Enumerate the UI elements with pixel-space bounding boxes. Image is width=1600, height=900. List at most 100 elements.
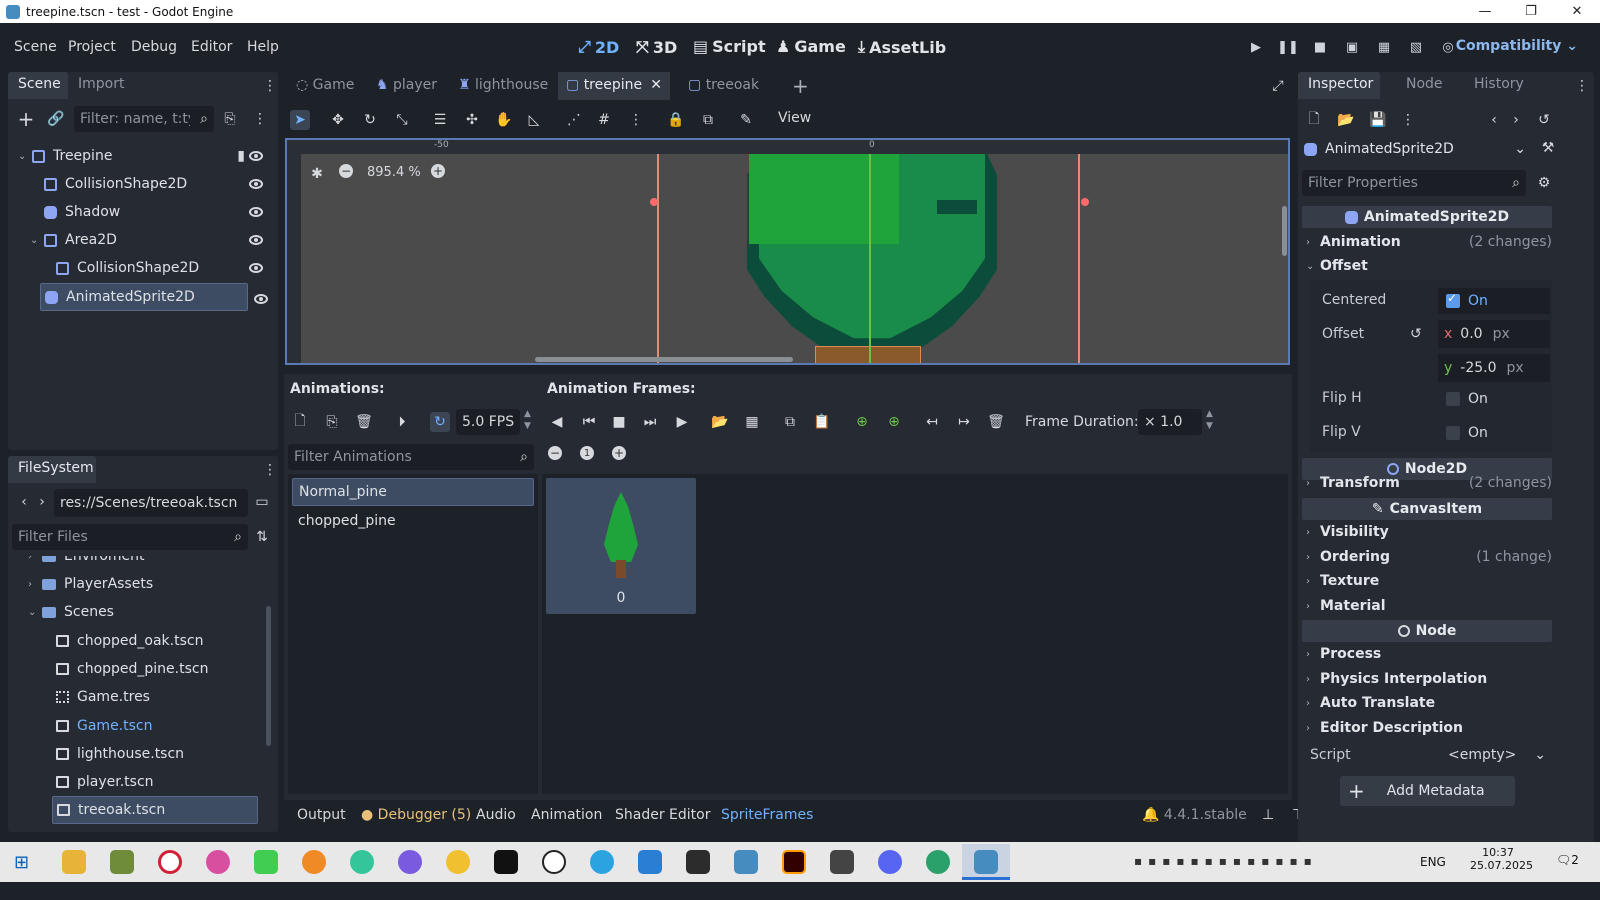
stop-icon[interactable]: ■: [1312, 39, 1328, 55]
stop-animation-icon[interactable]: ■: [609, 412, 629, 432]
discord-icon[interactable]: [878, 850, 902, 874]
frame-duration-stepper[interactable]: ▲ ▼: [1206, 408, 1213, 432]
bone-tool-icon[interactable]: ✎: [736, 110, 756, 130]
play-animation-icon[interactable]: ▶: [672, 412, 692, 432]
app-icon-6[interactable]: [830, 850, 854, 874]
file-item-lighthouse[interactable]: lighthouse.tscn: [56, 740, 184, 768]
opera-icon[interactable]: [158, 850, 182, 874]
next-frame-icon[interactable]: ⏭: [640, 412, 660, 432]
frames-zoom-out-icon[interactable]: −: [548, 446, 562, 460]
illustrator-icon[interactable]: [782, 850, 806, 874]
flip-v-checkbox[interactable]: On: [1438, 420, 1550, 446]
link-icon[interactable]: 🔗: [46, 109, 66, 129]
add-node-icon[interactable]: +: [16, 107, 36, 131]
menu-project[interactable]: Project: [68, 39, 116, 55]
duplicate-animation-icon[interactable]: ⎘: [322, 412, 342, 432]
clock[interactable]: 10:37 25.07.2025: [1470, 846, 1533, 872]
app-icon-3[interactable]: [350, 850, 374, 874]
unity-icon[interactable]: [542, 850, 566, 874]
node-type-selector[interactable]: AnimatedSprite2D ⌄: [1302, 136, 1532, 162]
prop-visibility[interactable]: › Visibility: [1306, 524, 1552, 540]
bottom-tab-spriteframes[interactable]: SpriteFrames: [721, 807, 813, 823]
visibility-eye-icon[interactable]: [249, 151, 263, 161]
fps-stepper[interactable]: ▲ ▼: [524, 408, 531, 432]
instance-scene-icon[interactable]: ⎘: [220, 109, 240, 129]
bottom-tab-audio[interactable]: Audio: [476, 807, 516, 823]
scale-tool-icon[interactable]: ⤡: [392, 110, 412, 130]
filesystem-scrollbar[interactable]: [266, 606, 271, 746]
move-tool-icon[interactable]: ✥: [328, 110, 348, 130]
select-tool-icon[interactable]: ➤: [290, 110, 310, 130]
distraction-free-icon[interactable]: ⤢: [1268, 76, 1288, 96]
prop-editor-description[interactable]: › Editor Description: [1306, 720, 1552, 736]
visibility-eye-icon[interactable]: [249, 207, 263, 217]
paste-frame-icon[interactable]: 📋: [812, 412, 832, 432]
center-view-icon[interactable]: ✱: [307, 164, 327, 184]
tab-game[interactable]: ◌ Game: [296, 77, 354, 93]
snap-options-icon[interactable]: ⋮: [626, 110, 646, 130]
insert-after-icon[interactable]: ⊕: [884, 412, 904, 432]
new-animation-icon[interactable]: 🗋: [290, 412, 310, 432]
tab-filesystem[interactable]: FileSystem: [8, 456, 96, 483]
tab-scene[interactable]: Scene: [8, 72, 68, 99]
prop-auto-translate[interactable]: › Auto Translate: [1306, 695, 1552, 711]
remote-debug-icon[interactable]: ▣: [1344, 39, 1360, 55]
loop-toggle-icon[interactable]: ↻: [430, 412, 450, 432]
file-explorer-icon[interactable]: [62, 850, 86, 874]
animation-item-chopped-pine[interactable]: chopped_pine: [292, 507, 534, 535]
prop-ordering[interactable]: › Ordering (1 change): [1306, 549, 1552, 565]
resource-options-icon[interactable]: ⋮: [1398, 110, 1418, 130]
tab-player[interactable]: ♞ player: [376, 77, 437, 93]
frame-duration-field[interactable]: × 1.0: [1138, 409, 1202, 435]
menu-editor[interactable]: Editor: [191, 39, 232, 55]
vscode-icon[interactable]: [638, 850, 662, 874]
save-resource-icon[interactable]: 💾: [1368, 110, 1388, 130]
move-right-icon[interactable]: ↦: [954, 412, 974, 432]
history-back-icon[interactable]: ‹: [1484, 110, 1504, 130]
view-menu[interactable]: View: [778, 110, 811, 126]
viber-icon[interactable]: [398, 850, 422, 874]
menu-debug[interactable]: Debug: [131, 39, 177, 55]
rotate-tool-icon[interactable]: ↻: [360, 110, 380, 130]
history-forward-icon[interactable]: ›: [1506, 110, 1526, 130]
app-icon-4[interactable]: [446, 850, 470, 874]
object-history-icon[interactable]: ↺: [1534, 110, 1554, 130]
flip-h-checkbox[interactable]: On: [1438, 386, 1550, 412]
play-scene-icon[interactable]: ▦: [1376, 39, 1392, 55]
close-tab-icon[interactable]: ✕: [650, 77, 662, 93]
offset-y-field[interactable]: y -25.0 px: [1438, 354, 1550, 382]
visibility-eye-icon[interactable]: [254, 294, 268, 304]
tab-import[interactable]: Import: [78, 76, 124, 92]
telegram-icon[interactable]: [590, 850, 614, 874]
scene-filter-input[interactable]: Filter: name, t:typ ⌕: [74, 106, 214, 132]
frames-zoom-reset-icon[interactable]: 1: [580, 446, 594, 460]
tree-item-shadow[interactable]: Shadow: [18, 198, 273, 226]
file-item-chopped-oak[interactable]: chopped_oak.tscn: [56, 627, 203, 655]
notification-icon[interactable]: 🗨2: [1556, 853, 1579, 867]
vertical-scrollbar[interactable]: [1282, 206, 1287, 256]
workspace-assetlib-button[interactable]: ⤓ AssetLib: [858, 37, 946, 57]
ruler-tool-icon[interactable]: ◺: [524, 110, 544, 130]
delete-frame-icon[interactable]: 🗑: [986, 412, 1006, 432]
filter-properties-input[interactable]: Filter Properties ⌕: [1302, 170, 1526, 196]
file-item-enviroment[interactable]: › Enviroment: [28, 556, 145, 570]
tree-item-treepine[interactable]: ⌄ Treepine ▮: [18, 142, 273, 170]
file-item-game-tres[interactable]: Game.tres: [56, 683, 150, 711]
godot-running-icon[interactable]: [974, 850, 998, 874]
open-resource-icon[interactable]: 📂: [1336, 110, 1356, 130]
forward-icon[interactable]: ›: [32, 492, 52, 512]
windows-start-icon[interactable]: ⊞: [14, 852, 29, 873]
prop-transform[interactable]: › Transform (2 changes): [1306, 475, 1552, 491]
bottom-tab-debugger[interactable]: ● Debugger (5): [361, 807, 471, 823]
prop-animation[interactable]: › Animation (2 changes): [1306, 234, 1552, 250]
bottom-tab-animation[interactable]: Animation: [531, 807, 602, 823]
animation-item-normal-pine[interactable]: Normal_pine: [292, 478, 534, 506]
group-icon[interactable]: ⧉: [698, 110, 718, 130]
tab-treepine[interactable]: ▢ treepine ✕: [558, 72, 670, 100]
maximize-button[interactable]: ❐: [1508, 0, 1554, 23]
pin-icon[interactable]: ⊥: [1262, 807, 1274, 823]
workspace-game-button[interactable]: ♟ Game: [776, 37, 846, 56]
language-indicator[interactable]: ENG: [1420, 855, 1446, 869]
lock-icon[interactable]: 🔒: [666, 110, 686, 130]
tree-item-collisionshape2d-child[interactable]: CollisionShape2D: [18, 254, 273, 282]
